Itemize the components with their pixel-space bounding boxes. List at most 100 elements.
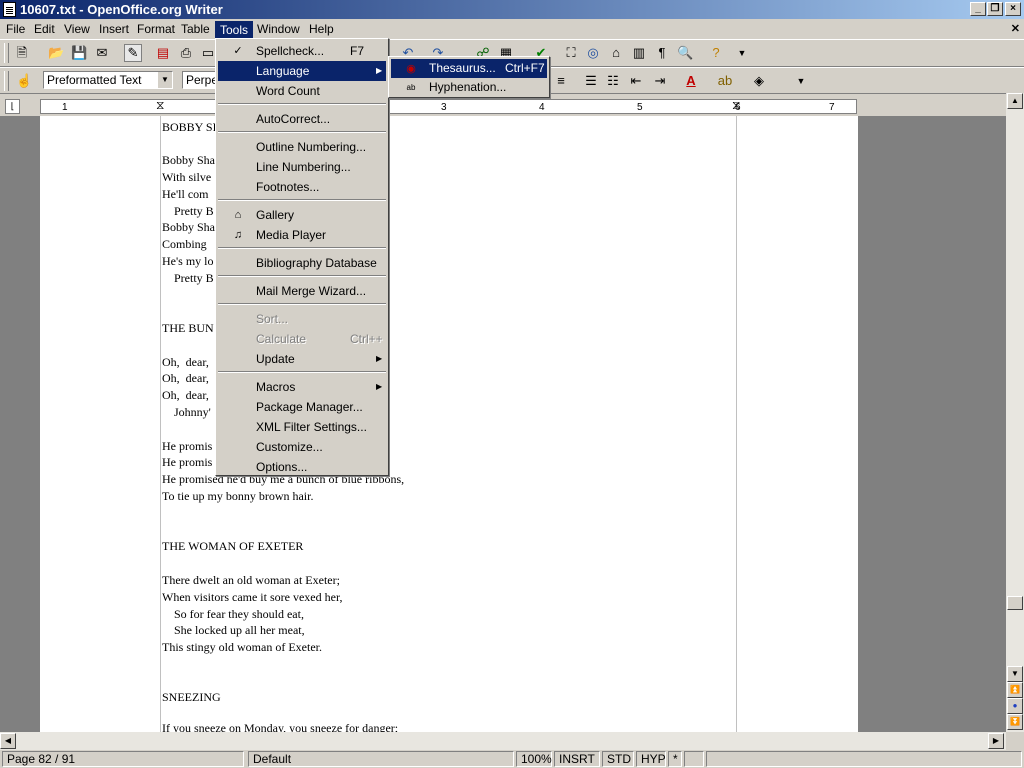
document-line[interactable]: To tie up my bonny brown hair. [162,488,313,504]
hyperlink-mode[interactable]: HYP [636,751,666,767]
export-pdf-icon[interactable]: ▤ [155,45,171,61]
scroll-up-icon[interactable]: ▲ [1007,93,1023,109]
font-color-icon[interactable]: A [683,73,699,89]
document-line[interactable]: With silve [162,169,211,185]
menu-format[interactable]: Format [133,21,179,37]
document-line[interactable]: Combing [162,236,207,252]
page-style[interactable]: Default [248,751,514,767]
menu-item-update[interactable]: Update ▶ [218,349,386,369]
document-line[interactable]: When visitors came it sore vexed her, [162,589,342,605]
menu-tools[interactable]: Tools [215,21,254,39]
insert-mode[interactable]: INSRT [554,751,600,767]
zoom-level[interactable]: 100% [516,751,552,767]
document-line[interactable]: There dwelt an old woman at Exeter; [162,572,340,588]
paragraph-style-combo[interactable]: Preformatted Text ▼ [43,71,173,89]
menu-item-line-numbering[interactable]: Line Numbering... [218,157,386,177]
scroll-down-icon[interactable]: ▼ [1007,666,1023,682]
menu-item-spellcheck[interactable]: ✓ Spellcheck... F7 [218,41,386,61]
menu-item-macros[interactable]: Macros ▶ [218,377,386,397]
background-color-icon[interactable]: ◈ [751,73,767,89]
data-sources-icon[interactable]: ▥ [631,45,647,61]
help-icon[interactable]: ? [708,45,724,61]
menu-item-customize[interactable]: Customize... [218,437,386,457]
document-line[interactable]: He'll com [162,186,208,202]
justify-icon[interactable]: ≡ [553,73,569,89]
document-line[interactable]: Oh, dear, [162,387,209,403]
new-document-icon[interactable]: 🗎 [14,45,30,61]
menu-view[interactable]: View [60,21,94,37]
document-line[interactable]: She locked up all her meat, [162,622,305,638]
menu-item-hyphenation[interactable]: ab Hyphenation... [391,78,547,97]
page-indicator[interactable]: Page 82 / 91 [2,751,244,767]
writer-document-icon[interactable] [3,2,16,17]
menu-item-bibliography-database[interactable]: Bibliography Database [218,253,386,273]
open-folder-icon[interactable]: 📂 [48,45,64,61]
document-line[interactable]: Johnny' [162,404,211,420]
menu-item-autocorrect[interactable]: AutoCorrect... [218,109,386,129]
find-replace-icon[interactable]: ⛶ [563,45,579,61]
print-icon[interactable]: ⎙ [178,45,194,61]
increase-indent-icon[interactable]: ⇥ [652,73,668,89]
toolbar-overflow-icon[interactable]: ▼ [793,73,809,89]
email-icon[interactable]: ✉ [94,45,110,61]
menu-edit[interactable]: Edit [30,21,59,37]
zoom-icon[interactable]: 🔍 [677,45,693,61]
close-document-icon[interactable]: ✕ [1011,22,1020,35]
scroll-thumb[interactable] [1007,596,1023,610]
chevron-down-icon[interactable]: ▼ [157,72,172,88]
page-preview-icon[interactable]: ▭ [200,45,216,61]
menu-help[interactable]: Help [305,21,338,37]
menu-file[interactable]: File [2,21,29,37]
document-line[interactable]: SNEEZING [162,689,221,705]
menu-item-language[interactable]: Language ▶ [218,61,386,81]
document-line[interactable]: This stingy old woman of Exeter. [162,639,322,655]
decrease-indent-icon[interactable]: ⇤ [628,73,644,89]
save-icon[interactable]: 💾 [71,45,87,61]
selection-mode[interactable]: STD [602,751,634,767]
hyperlink-icon[interactable]: ◎ [585,45,601,61]
menu-item-footnotes[interactable]: Footnotes... [218,177,386,197]
toolbar-grip[interactable] [4,71,9,91]
menu-item-package-manager[interactable]: Package Manager... [218,397,386,417]
document-line[interactable]: So for fear they should eat, [162,606,304,622]
tab-type-icon[interactable]: ⌊ [5,99,20,114]
numbering-icon[interactable]: ☰ [583,73,599,89]
gallery-toolbar-icon[interactable]: ⌂ [608,45,624,61]
document-line[interactable]: Pretty B [162,203,214,219]
menu-item-media-player[interactable]: ♫ Media Player [218,225,386,245]
toolbar-overflow-icon[interactable]: ▼ [734,45,750,61]
formatting-marks-icon[interactable]: ¶ [654,45,670,61]
right-indent-marker[interactable]: ⧖ [732,98,740,113]
minimize-button[interactable]: _ [970,2,986,16]
scroll-right-icon[interactable]: ▶ [988,733,1004,749]
navigation-icon[interactable]: ● [1007,698,1023,714]
menu-window[interactable]: Window [253,21,304,37]
document-line[interactable]: Bobby Sha [162,219,215,235]
previous-page-icon[interactable]: ⏫ [1007,682,1023,698]
left-indent-marker[interactable]: ⧖ [156,98,164,113]
document-line[interactable]: BOBBY SH [162,119,221,135]
menu-item-mail-merge-wizard[interactable]: Mail Merge Wizard... [218,281,386,301]
menu-item-outline-numbering[interactable]: Outline Numbering... [218,137,386,157]
scroll-left-icon[interactable]: ◀ [0,733,16,749]
next-page-icon[interactable]: ⏬ [1007,714,1023,730]
document-line[interactable]: THE BUN [162,320,214,336]
styles-formatting-icon[interactable]: ☝ [16,73,32,89]
document-line[interactable]: Pretty B [162,270,214,286]
horizontal-scrollbar[interactable]: ◀ ▶ [0,732,1006,750]
document-line[interactable]: Bobby Sha [162,152,215,168]
menu-insert[interactable]: Insert [95,21,133,37]
bullets-icon[interactable]: ☷ [605,73,621,89]
document-line[interactable]: Oh, dear, [162,370,209,386]
close-button[interactable]: × [1005,2,1021,16]
menu-item-word-count[interactable]: Word Count [218,81,386,101]
font-name-combo[interactable]: Perpe [182,71,218,89]
document-line[interactable]: THE WOMAN OF EXETER [162,538,303,554]
menu-table[interactable]: Table [177,21,214,37]
menu-item-xml-filter-settings[interactable]: XML Filter Settings... [218,417,386,437]
document-line[interactable]: He's my lo [162,253,214,269]
ruler-track[interactable]: 1 3 4 5 6 7 ⧖ ⧖ [40,98,857,114]
document-line[interactable]: Oh, dear, [162,354,209,370]
toolbar-grip[interactable] [4,43,9,63]
edit-mode-icon[interactable]: ✎ [124,44,142,62]
